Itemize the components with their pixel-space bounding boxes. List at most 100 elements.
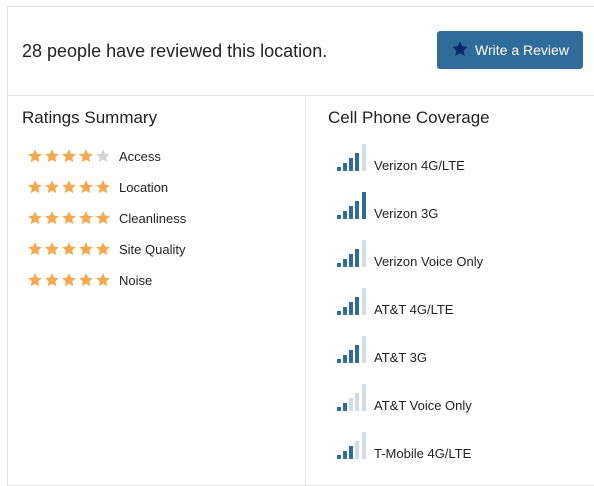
signal-bar (337, 455, 341, 459)
star-icon (28, 242, 42, 256)
rating-label: Access (119, 148, 161, 164)
signal-bar (362, 384, 366, 411)
review-count-text: 28 people have reviewed this location. (22, 41, 328, 61)
signal-bar (343, 211, 347, 219)
signal-bar (343, 451, 347, 459)
ratings-summary-title: Ratings Summary (22, 108, 158, 127)
star-icon (28, 149, 42, 163)
rating-stars (27, 210, 117, 226)
signal-bar (355, 345, 359, 363)
signal-bars-icon (333, 288, 369, 318)
star-icon (62, 242, 76, 256)
star-icon (96, 149, 110, 163)
signal-bar (337, 359, 341, 363)
coverage-label: T-Mobile 4G/LTE (374, 446, 472, 461)
signal-bar (355, 393, 359, 411)
coverage-label: Verizon Voice Only (374, 254, 484, 269)
star-icon (28, 273, 42, 287)
signal-bar (362, 432, 366, 459)
signal-bars-icon (333, 240, 369, 270)
rating-row: Access (27, 146, 161, 166)
signal-bars-icon (333, 384, 369, 414)
star-icon (62, 180, 76, 194)
coverage-row: AT&T 3G (333, 336, 427, 366)
signal-bar (362, 336, 366, 363)
signal-bar (349, 350, 353, 363)
star-icon (28, 180, 42, 194)
star-icon (79, 242, 93, 256)
cell-coverage-title: Cell Phone Coverage (328, 108, 490, 127)
signal-bar (337, 407, 341, 411)
signal-bar (349, 158, 353, 171)
rating-label: Location (119, 179, 169, 195)
coverage-label: AT&T Voice Only (374, 398, 472, 413)
signal-bar (362, 288, 366, 315)
signal-bar (337, 167, 341, 171)
star-icon (96, 273, 110, 287)
star-icon (62, 149, 76, 163)
rating-stars (27, 241, 117, 257)
signal-bars-icon (333, 144, 369, 174)
signal-bars-icon (333, 336, 369, 366)
signal-bar (355, 297, 359, 315)
coverage-row: AT&T Voice Only (333, 384, 472, 414)
star-icon (96, 180, 110, 194)
coverage-row: Verizon Voice Only (333, 240, 483, 270)
signal-bar (362, 144, 366, 171)
signal-bar (349, 398, 353, 411)
coverage-label: Verizon 4G/LTE (374, 158, 465, 173)
rating-row: Cleanliness (27, 208, 186, 228)
review-header: 28 people have reviewed this location. W… (8, 7, 594, 96)
star-icon (45, 149, 59, 163)
coverage-row: AT&T 4G/LTE (333, 288, 453, 318)
star-icon (96, 242, 110, 256)
signal-bar (343, 403, 347, 411)
signal-bar (349, 254, 353, 267)
star-icon (79, 211, 93, 225)
star-icon (79, 149, 93, 163)
signal-bar (362, 240, 366, 267)
rating-stars (27, 272, 117, 288)
rating-stars (27, 148, 117, 164)
signal-bar (343, 259, 347, 267)
signal-bar (343, 355, 347, 363)
signal-bar (337, 311, 341, 315)
star-icon (62, 273, 76, 287)
signal-bar (349, 446, 353, 459)
signal-bar (337, 215, 341, 219)
signal-bar (355, 249, 359, 267)
signal-bar (349, 302, 353, 315)
signal-bars-icon (333, 432, 369, 462)
rating-label: Site Quality (119, 241, 186, 257)
rating-stars (27, 179, 117, 195)
review-card: 28 people have reviewed this location. W… (7, 6, 594, 486)
coverage-label: AT&T 3G (374, 350, 427, 365)
write-review-button[interactable]: Write a Review (437, 31, 583, 69)
star-icon (45, 273, 59, 287)
rating-row: Noise (27, 270, 152, 290)
star-icon (45, 211, 59, 225)
signal-bars-icon (333, 192, 369, 222)
coverage-row: Verizon 4G/LTE (333, 144, 465, 174)
coverage-label: AT&T 4G/LTE (374, 302, 454, 317)
signal-bar (355, 201, 359, 219)
rating-label: Cleanliness (119, 210, 187, 226)
signal-bar (362, 192, 366, 219)
star-icon (28, 211, 42, 225)
signal-bar (355, 153, 359, 171)
star-icon (45, 242, 59, 256)
coverage-label: Verizon 3G (374, 206, 439, 221)
coverage-row: T-Mobile 4G/LTE (333, 432, 471, 462)
star-icon (45, 180, 59, 194)
column-divider (305, 95, 306, 485)
signal-bar (343, 163, 347, 171)
rating-label: Noise (119, 272, 153, 288)
star-icon (451, 40, 469, 61)
star-icon (79, 180, 93, 194)
signal-bar (337, 263, 341, 267)
signal-bar (355, 441, 359, 459)
coverage-row: Verizon 3G (333, 192, 438, 222)
star-icon (62, 211, 76, 225)
signal-bar (343, 307, 347, 315)
star-icon (96, 211, 110, 225)
